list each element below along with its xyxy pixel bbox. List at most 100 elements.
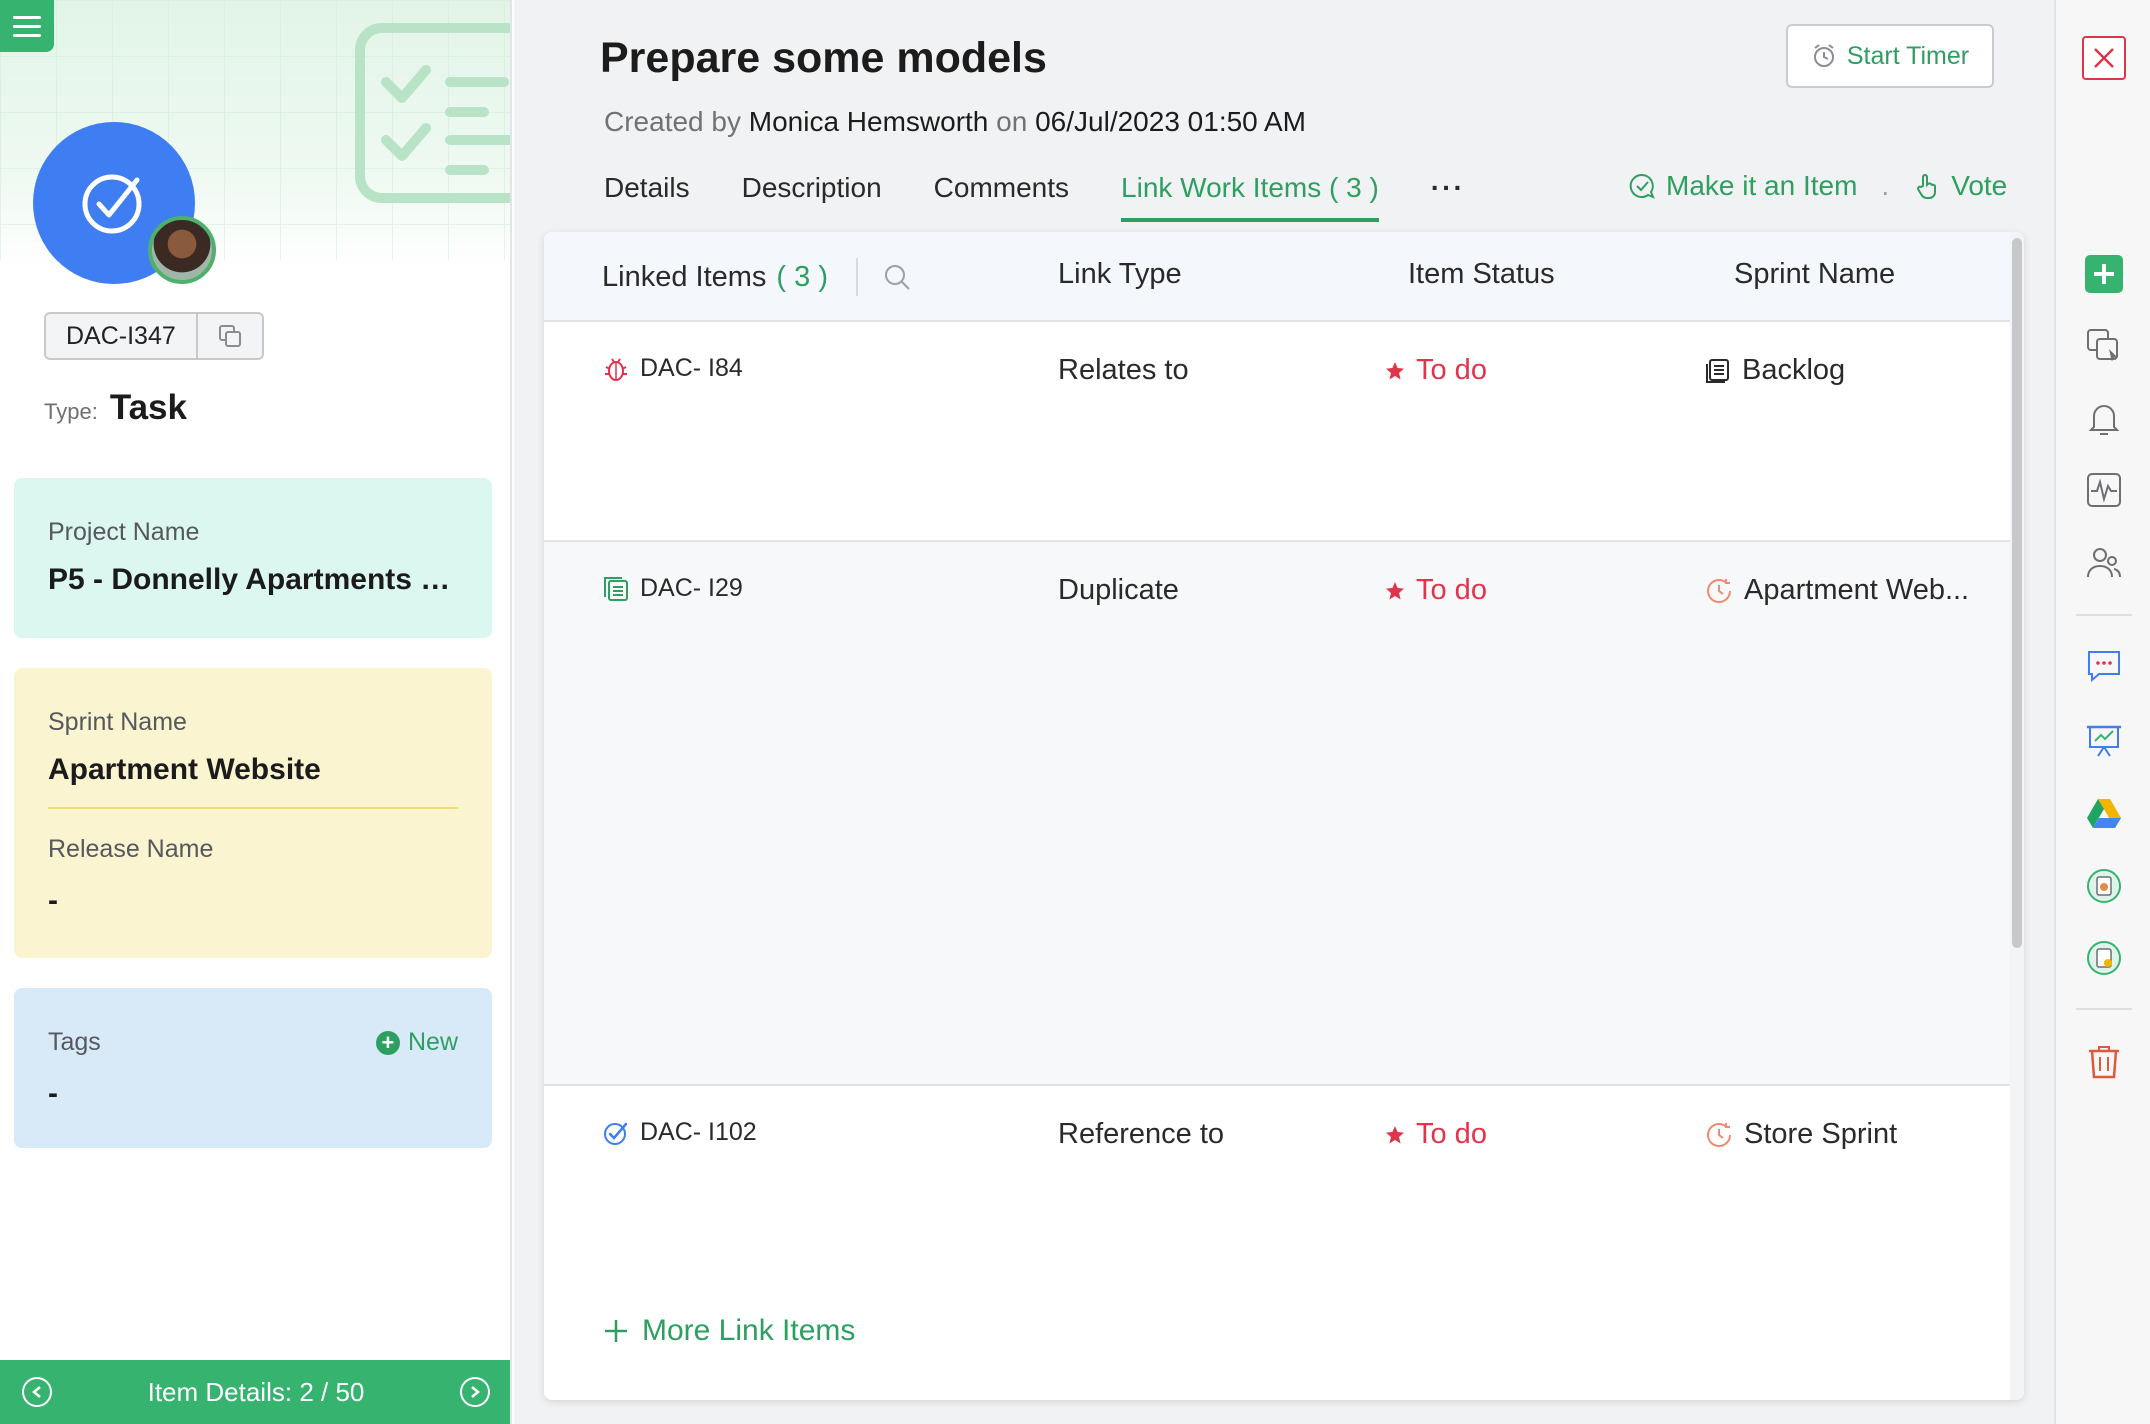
linked-item-id[interactable]: DAC- I102 <box>602 1118 757 1147</box>
presentation-button[interactable] <box>2082 718 2126 762</box>
tab-details[interactable]: Details <box>604 172 690 222</box>
delete-button[interactable] <box>2082 1040 2126 1084</box>
item-id-chip: DAC-I347 <box>44 312 264 360</box>
tags-label: Tags <box>48 1028 101 1056</box>
add-button[interactable] <box>2082 252 2126 296</box>
sprint-release-card[interactable]: Sprint Name Apartment Website Release Na… <box>14 668 492 958</box>
hand-pointer-icon <box>1917 174 1937 199</box>
new-tag-button[interactable]: + New <box>375 1028 458 1057</box>
close-icon <box>2082 36 2126 80</box>
make-item-label: Make it an Item <box>1666 170 1858 201</box>
chevron-left-icon <box>32 1386 41 1398</box>
plus-circle-icon: + <box>375 1030 400 1055</box>
item-status[interactable]: To do <box>1384 1118 1487 1151</box>
more-tabs-button[interactable]: ··· <box>1431 172 1465 222</box>
check-circle-icon <box>82 174 142 234</box>
app-icon-2 <box>2087 941 2121 975</box>
menu-toggle-button[interactable] <box>0 0 54 52</box>
more-link-items-button[interactable]: More Link Items <box>602 1314 855 1348</box>
add-icon <box>2085 255 2123 293</box>
notifications-button[interactable] <box>2082 396 2126 440</box>
google-drive-button[interactable] <box>2082 792 2126 836</box>
item-status[interactable]: To do <box>1384 354 1487 387</box>
vote-button[interactable]: Vote <box>1913 170 2007 202</box>
item-status-text: To do <box>1416 574 1487 606</box>
linked-item-id[interactable]: DAC- I84 <box>602 354 743 383</box>
header-sprint-name[interactable]: Sprint Name <box>1734 258 1895 291</box>
close-button[interactable] <box>2082 36 2126 80</box>
created-on-word: on <box>996 106 1028 137</box>
linked-item-id-text: DAC- I102 <box>640 1118 757 1146</box>
followers-button[interactable] <box>2082 540 2126 584</box>
tab-link-work-items[interactable]: Link Work Items ( 3 ) <box>1121 172 1379 222</box>
type-value: Task <box>109 388 187 427</box>
project-label: Project Name <box>48 518 200 546</box>
created-info: Created by Monica Hemsworth on 06/Jul/20… <box>604 106 1306 138</box>
table-row[interactable]: DAC- I29 Duplicate To do Apartment Web..… <box>544 542 2010 1086</box>
start-timer-label: Start Timer <box>1846 41 1970 70</box>
table-scrollbar[interactable] <box>2010 232 2024 1400</box>
menu-line <box>13 15 41 19</box>
owner-avatar[interactable] <box>148 216 216 284</box>
link-type: Reference to <box>1058 1118 1225 1150</box>
item-position: Item Details: 2 / 50 <box>148 1377 365 1408</box>
bell-icon <box>2088 405 2120 435</box>
item-position-value: 2 / 50 <box>299 1376 365 1407</box>
type-label: Type: <box>44 399 98 424</box>
tab-link-work-items-count: ( 3 ) <box>1329 172 1379 203</box>
scrollbar-thumb[interactable] <box>2012 238 2022 948</box>
sprint-name-text: Backlog <box>1742 354 1846 386</box>
header-item-status[interactable]: Item Status <box>1408 258 1555 291</box>
tab-description[interactable]: Description <box>742 172 882 222</box>
item-status[interactable]: To do <box>1384 574 1487 607</box>
item-actions: Make it an Item . Vote <box>1628 170 2007 202</box>
item-status-text: To do <box>1416 354 1487 386</box>
copy-icon <box>218 325 241 347</box>
new-tag-label: New <box>407 1028 458 1056</box>
star-icon <box>1386 1125 1404 1143</box>
sprint-name[interactable]: Apartment Web... <box>1704 574 1969 607</box>
copy-id-button[interactable] <box>198 314 262 358</box>
table-row[interactable]: DAC- I84 Relates to To do Backlog <box>544 322 2010 542</box>
clone-button[interactable] <box>2082 324 2126 368</box>
next-item-button[interactable] <box>459 1377 490 1407</box>
page-title[interactable]: Prepare some models <box>600 34 1047 83</box>
plus-icon <box>605 1320 627 1342</box>
header-link-type[interactable]: Link Type <box>1058 258 1182 291</box>
chat-icon <box>2088 651 2120 683</box>
vote-label: Vote <box>1951 170 2008 201</box>
tab-comments[interactable]: Comments <box>934 172 1069 222</box>
search-icon[interactable] <box>882 262 912 292</box>
start-timer-button[interactable]: Start Timer <box>1786 24 1994 88</box>
backlog-icon <box>1706 358 1729 383</box>
app-integration-button-2[interactable] <box>2082 936 2126 980</box>
sprint-clock-icon <box>1707 1122 1731 1147</box>
bug-icon <box>605 357 627 381</box>
more-link-items-label: More Link Items <box>642 1314 856 1347</box>
tab-link-work-items-label: Link Work Items <box>1121 172 1322 203</box>
chat-button[interactable] <box>2082 644 2126 688</box>
header-linked-items: Linked Items ( 3 ) <box>602 258 912 296</box>
detail-tabs: Details Description Comments Link Work I… <box>604 172 1465 222</box>
link-type: Duplicate <box>1058 574 1179 606</box>
sprint-name-text: Apartment Web... <box>1744 574 1970 606</box>
sprint-name[interactable]: Backlog <box>1704 354 1845 387</box>
right-toolbar <box>2054 0 2150 1424</box>
created-prefix: Created by <box>604 106 741 137</box>
presentation-icon <box>2087 725 2121 757</box>
created-date: 06/Jul/2023 01:50 AM <box>1035 106 1306 137</box>
linked-item-id[interactable]: DAC- I29 <box>602 574 743 603</box>
make-item-button[interactable]: Make it an Item <box>1628 170 1857 202</box>
activity-button[interactable] <box>2082 468 2126 512</box>
story-icon <box>604 576 628 601</box>
sprint-name-text: Store Sprint <box>1744 1118 1898 1150</box>
sprint-name[interactable]: Store Sprint <box>1704 1118 1897 1151</box>
project-card[interactable]: Project Name P5 - Donnelly Apartments C.… <box>14 478 492 638</box>
task-icon <box>604 1122 628 1145</box>
toolbar-divider <box>2076 614 2132 616</box>
app-integration-button[interactable] <box>2082 864 2126 908</box>
star-icon <box>1386 581 1404 599</box>
previous-item-button[interactable] <box>22 1377 52 1407</box>
table-row[interactable]: DAC- I102 Reference to To do Store Sprin… <box>544 1086 2010 1326</box>
alarm-clock-icon <box>1813 44 1834 67</box>
